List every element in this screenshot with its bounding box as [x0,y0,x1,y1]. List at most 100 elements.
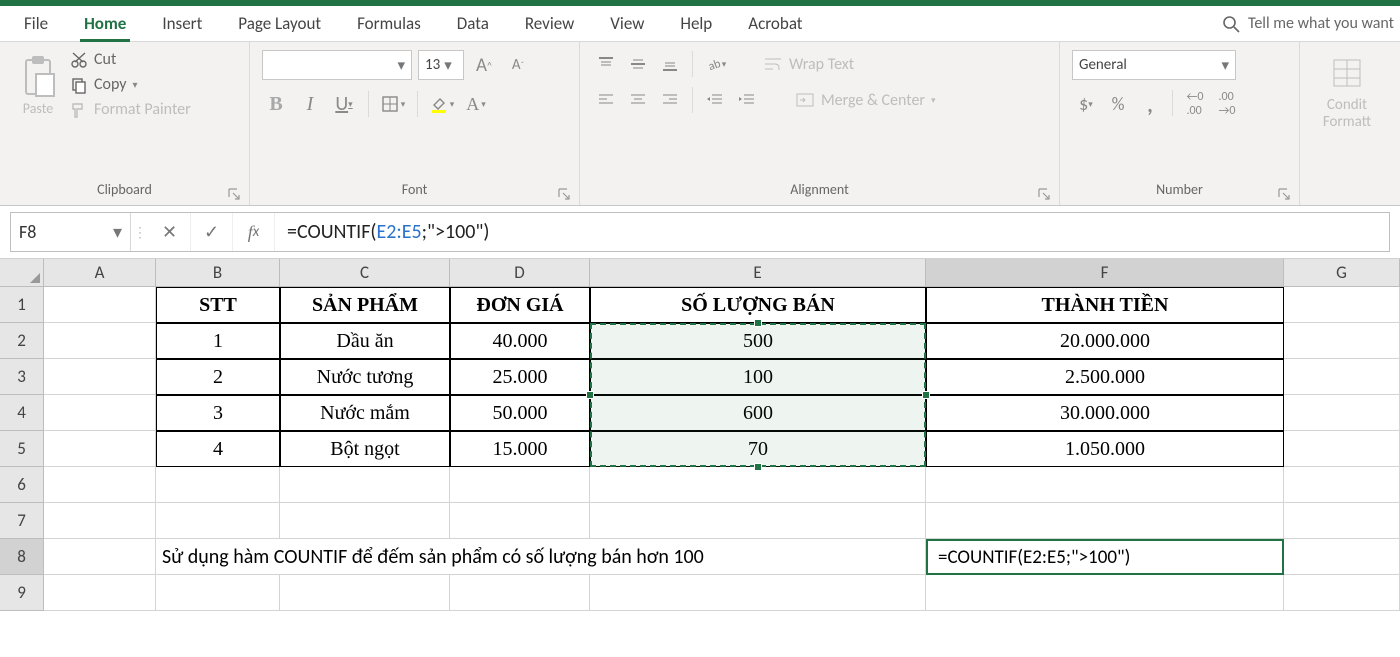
cell[interactable] [590,467,926,503]
cell[interactable]: Dầu ăn [280,323,450,359]
cell[interactable] [280,575,450,611]
tab-view[interactable]: View [592,6,662,42]
cell[interactable] [156,467,280,503]
cell[interactable] [44,287,156,323]
insert-function-button[interactable]: fx [233,213,275,251]
row-header-3[interactable]: 3 [0,359,44,395]
conditional-formatting-button[interactable]: ConditFormatt [1312,50,1382,130]
align-top-button[interactable] [592,50,620,78]
cell[interactable]: Nước mắm [280,395,450,431]
dialog-launcher-icon[interactable] [1037,187,1053,203]
dialog-launcher-icon[interactable] [557,187,573,203]
cell[interactable]: 20.000.000 [926,323,1284,359]
tab-home[interactable]: Home [66,6,144,42]
enter-button[interactable]: ✓ [191,213,233,251]
cell[interactable] [44,539,156,575]
cell[interactable]: STT [156,287,280,323]
tab-page-layout[interactable]: Page Layout [220,6,339,42]
tab-help[interactable]: Help [662,6,730,42]
decrease-indent-button[interactable] [701,86,729,114]
cell-f8[interactable] [926,539,1284,575]
tab-file[interactable]: File [6,6,66,42]
tab-insert[interactable]: Insert [144,6,220,42]
row-header-5[interactable]: 5 [0,431,44,467]
currency-button[interactable]: $ ▾ [1072,90,1100,118]
increase-decimal-button[interactable]: ←0.00 [1181,90,1209,118]
cell[interactable] [44,431,156,467]
cell[interactable]: 600 [590,395,926,431]
cell[interactable]: 25.000 [450,359,590,395]
tell-me-search[interactable]: Tell me what you want [1222,14,1394,33]
cell[interactable] [450,575,590,611]
cell[interactable] [450,503,590,539]
cell[interactable] [1284,575,1400,611]
col-header-f[interactable]: F [926,259,1284,286]
dialog-launcher-icon[interactable] [227,187,243,203]
cell[interactable] [450,467,590,503]
fill-color-button[interactable]: ▾ [428,90,456,118]
col-header-g[interactable]: G [1284,259,1400,286]
cell[interactable]: 1 [156,323,280,359]
cell[interactable] [44,323,156,359]
borders-button[interactable]: ▾ [379,90,407,118]
orientation-button[interactable]: ab▾ [701,50,729,78]
cell[interactable]: Bột ngọt [280,431,450,467]
cell[interactable] [1284,395,1400,431]
merge-center-button[interactable]: Merge & Center ▾ [789,91,942,110]
cell[interactable]: 40.000 [450,323,590,359]
cell[interactable]: THÀNH TIỀN [926,287,1284,323]
cell[interactable] [1284,359,1400,395]
row-header-8[interactable]: 8 [0,539,44,575]
cell[interactable] [926,575,1284,611]
cell[interactable]: SỐ LƯỢNG BÁN [590,287,926,323]
cell[interactable]: 1.050.000 [926,431,1284,467]
row-header-2[interactable]: 2 [0,323,44,359]
cell[interactable]: Sử dụng hàm COUNTIF để đếm sản phẩm có s… [156,539,280,575]
name-box[interactable]: F8 ▾ [11,213,131,251]
col-header-c[interactable]: C [280,259,450,286]
comma-button[interactable]: , [1136,90,1164,118]
cell[interactable] [926,503,1284,539]
align-center-button[interactable] [624,86,652,114]
cell[interactable] [590,575,926,611]
dialog-launcher-icon[interactable] [1277,187,1293,203]
cell[interactable]: 2 [156,359,280,395]
cell[interactable] [1284,287,1400,323]
tab-acrobat[interactable]: Acrobat [730,6,820,42]
cell[interactable] [926,467,1284,503]
cell[interactable] [156,575,280,611]
format-painter-button[interactable]: Format Painter [70,100,191,119]
paste-button[interactable]: Paste [12,50,64,117]
cell[interactable] [44,575,156,611]
number-format-combo[interactable]: General▾ [1072,50,1236,80]
decrease-font-button[interactable]: Aˇ [504,51,532,79]
cell[interactable]: 4 [156,431,280,467]
col-header-d[interactable]: D [450,259,590,286]
font-color-button[interactable]: A▾ [462,90,490,118]
cell[interactable]: 30.000.000 [926,395,1284,431]
cell[interactable]: ĐƠN GIÁ [450,287,590,323]
cell[interactable] [44,395,156,431]
col-header-a[interactable]: A [44,259,156,286]
row-header-7[interactable]: 7 [0,503,44,539]
cell[interactable]: 15.000 [450,431,590,467]
formula-input[interactable]: =COUNTIF(E2:E5;">100") [275,220,1389,244]
copy-button[interactable]: Copy ▾ [70,75,191,94]
spreadsheet-grid[interactable]: A B C D E F G 1 STT SẢN PHẨM ĐƠN GIÁ SỐ … [0,259,1400,611]
select-all-corner[interactable] [0,259,44,286]
align-bottom-button[interactable] [656,50,684,78]
align-left-button[interactable] [592,86,620,114]
align-right-button[interactable] [656,86,684,114]
bold-button[interactable]: B [262,90,290,118]
cell[interactable] [1284,503,1400,539]
font-name-combo[interactable]: ▾ [262,50,412,80]
cell[interactable]: 3 [156,395,280,431]
row-header-4[interactable]: 4 [0,395,44,431]
cell[interactable] [1284,431,1400,467]
row-header-1[interactable]: 1 [0,287,44,323]
font-size-combo[interactable]: 13▾ [418,50,464,80]
wrap-text-button[interactable]: Wrap Text [757,55,860,74]
cell[interactable] [156,503,280,539]
percent-button[interactable]: % [1104,90,1132,118]
col-header-b[interactable]: B [156,259,280,286]
